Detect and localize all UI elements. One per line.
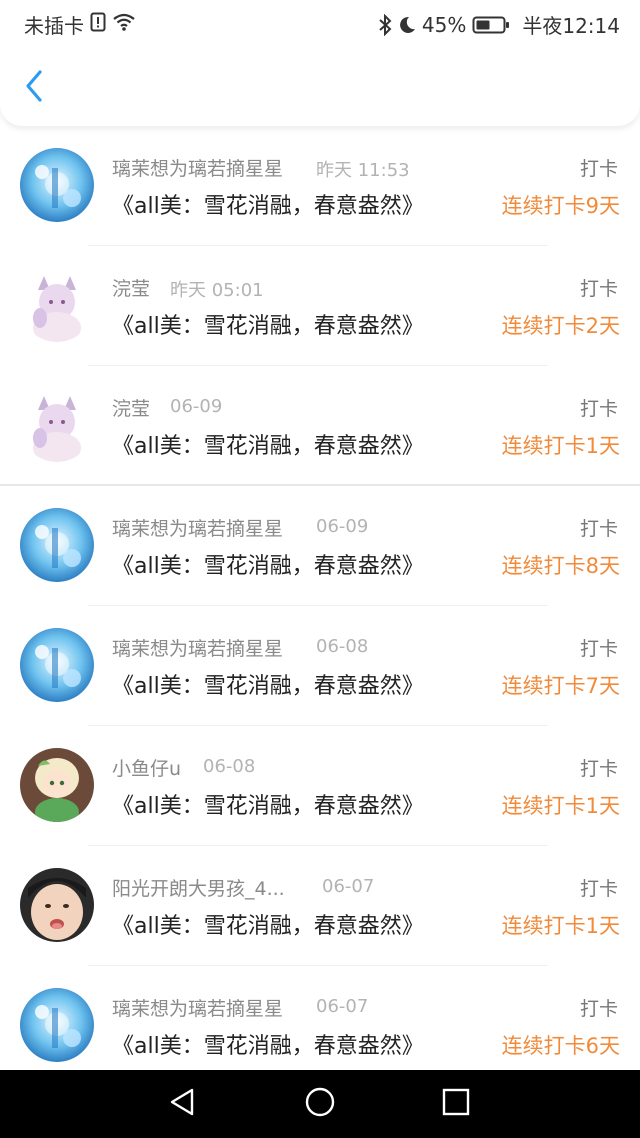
user-name[interactable]: 浣莹 — [112, 394, 150, 421]
user-name[interactable]: 璃茉想为璃若摘星星 — [112, 514, 283, 541]
checkin-list: 璃茉想为璃若摘星星 昨天 11:53 《all美：雪花消融，春意盎然》 打卡 连… — [0, 126, 640, 1070]
carrier-text: 未插卡 — [24, 14, 84, 38]
checkin-tag: 打卡 — [579, 278, 618, 300]
streak-label: 连续打卡1天 — [501, 434, 620, 458]
book-title[interactable]: 《all美：雪花消融，春意盎然》 — [112, 548, 424, 580]
nav-recents-button[interactable] — [436, 1084, 476, 1124]
list-item[interactable]: 浣莹 06-09 《all美：雪花消融，春意盎然》 打卡 连续打卡1天 — [0, 366, 640, 486]
recents-square-icon — [441, 1087, 471, 1121]
streak-label: 连续打卡9天 — [501, 194, 620, 218]
battery-icon — [472, 15, 510, 35]
battery-percent: 45% — [421, 12, 467, 37]
bluetooth-icon — [378, 13, 392, 36]
book-title[interactable]: 《all美：雪花消融，春意盎然》 — [112, 788, 424, 820]
moon-icon — [398, 15, 416, 35]
list-item[interactable]: 小鱼仔u 06-08 《all美：雪花消融，春意盎然》 打卡 连续打卡1天 — [0, 726, 640, 846]
post-time: 06-07 — [322, 876, 375, 897]
list-item[interactable]: 璃茉想为璃若摘星星 06-07 《all美：雪花消融，春意盎然》 打卡 连续打卡… — [0, 966, 640, 1070]
user-name[interactable]: 小鱼仔u — [112, 754, 181, 781]
pink-anime-avatar[interactable] — [20, 268, 94, 342]
pink-anime-avatar[interactable] — [20, 388, 94, 462]
streak-label: 连续打卡7天 — [501, 674, 620, 698]
user-name[interactable]: 璃茉想为璃若摘星星 — [112, 154, 283, 181]
streak-label: 连续打卡1天 — [501, 914, 620, 938]
book-title[interactable]: 《all美：雪花消融，春意盎然》 — [112, 668, 424, 700]
checkin-tag: 打卡 — [579, 878, 618, 900]
system-nav-bar — [0, 1070, 640, 1138]
list-item[interactable]: 璃茉想为璃若摘星星 昨天 11:53 《all美：雪花消融，春意盎然》 打卡 连… — [0, 126, 640, 246]
clock-text: 半夜12:14 — [522, 14, 620, 38]
back-button[interactable] — [14, 68, 54, 108]
blue-anime-avatar[interactable] — [20, 628, 94, 702]
post-time: 昨天 11:53 — [316, 160, 410, 181]
book-title[interactable]: 《all美：雪花消融，春意盎然》 — [112, 1028, 424, 1060]
post-time: 06-08 — [316, 636, 369, 657]
post-time: 06-09 — [170, 396, 223, 417]
user-name[interactable]: 璃茉想为璃若摘星星 — [112, 634, 283, 661]
blue-anime-avatar[interactable] — [20, 988, 94, 1062]
streak-label: 连续打卡6天 — [501, 1034, 620, 1058]
list-item[interactable]: 浣莹 昨天 05:01 《all美：雪花消融，春意盎然》 打卡 连续打卡2天 — [0, 246, 640, 366]
post-time: 06-07 — [316, 996, 369, 1017]
book-title[interactable]: 《all美：雪花消融，春意盎然》 — [112, 908, 424, 940]
home-circle-icon — [304, 1086, 336, 1122]
post-time: 06-09 — [316, 516, 369, 537]
post-time: 06-08 — [203, 756, 256, 777]
nav-home-button[interactable] — [300, 1084, 340, 1124]
user-name[interactable]: 阳光开朗大男孩_4... — [112, 874, 285, 901]
blue-anime-avatar[interactable] — [20, 148, 94, 222]
child-photo-avatar[interactable] — [20, 868, 94, 942]
checkin-tag: 打卡 — [579, 998, 618, 1020]
list-item[interactable]: 璃茉想为璃若摘星星 06-08 《all美：雪花消融，春意盎然》 打卡 连续打卡… — [0, 606, 640, 726]
post-time: 昨天 05:01 — [170, 280, 264, 301]
streak-label: 连续打卡1天 — [501, 794, 620, 818]
back-triangle-icon — [168, 1087, 196, 1121]
blue-anime-avatar[interactable] — [20, 508, 94, 582]
book-title[interactable]: 《all美：雪花消融，春意盎然》 — [112, 428, 424, 460]
header-bar — [0, 44, 640, 126]
nav-back-button[interactable] — [162, 1084, 202, 1124]
user-name[interactable]: 浣莹 — [112, 274, 150, 301]
list-item[interactable]: 阳光开朗大男孩_4... 06-07 《all美：雪花消融，春意盎然》 打卡 连… — [0, 846, 640, 966]
book-title[interactable]: 《all美：雪花消融，春意盎然》 — [112, 188, 424, 220]
checkin-tag: 打卡 — [579, 638, 618, 660]
checkin-tag: 打卡 — [579, 158, 618, 180]
wifi-icon — [112, 12, 136, 37]
book-title[interactable]: 《all美：雪花消融，春意盎然》 — [112, 308, 424, 340]
list-item[interactable]: 璃茉想为璃若摘星星 06-09 《all美：雪花消融，春意盎然》 打卡 连续打卡… — [0, 486, 640, 606]
streak-label: 连续打卡2天 — [501, 314, 620, 338]
user-name[interactable]: 璃茉想为璃若摘星星 — [112, 994, 283, 1021]
chevron-left-icon — [23, 69, 45, 107]
status-bar: 未插卡 45% 半夜12:14 — [0, 0, 640, 44]
checkin-tag: 打卡 — [579, 518, 618, 540]
checkin-tag: 打卡 — [579, 758, 618, 780]
streak-label: 连续打卡8天 — [501, 554, 620, 578]
green-anime-avatar[interactable] — [20, 748, 94, 822]
checkin-tag: 打卡 — [579, 398, 618, 420]
sim-alert-icon — [90, 12, 106, 37]
